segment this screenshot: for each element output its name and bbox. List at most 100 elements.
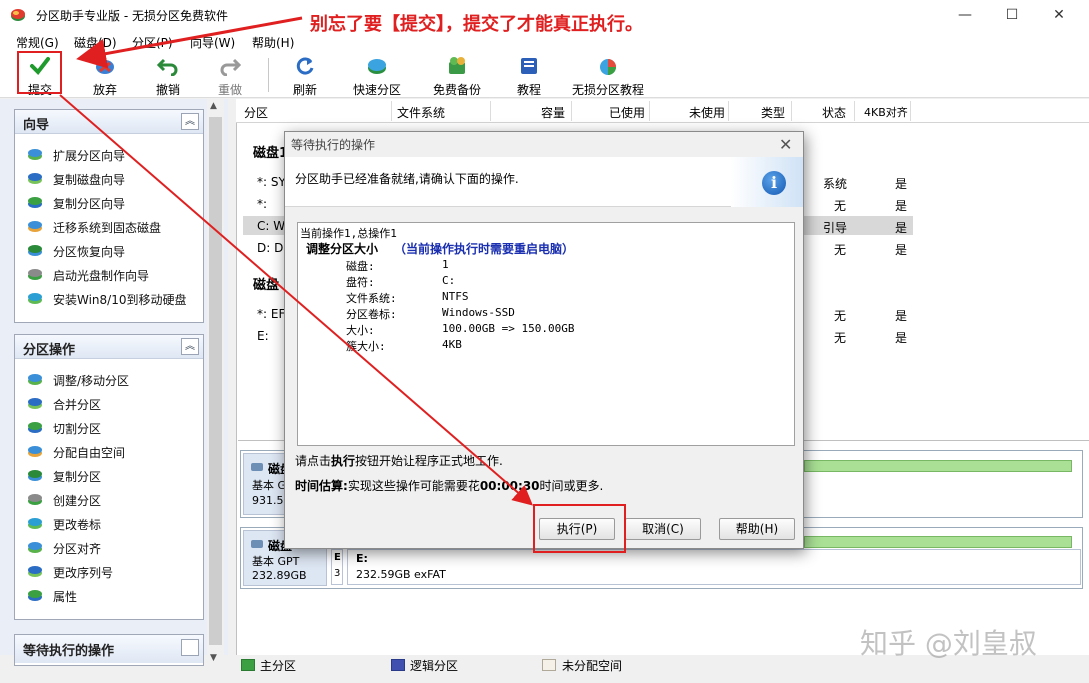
partition-op-item[interactable]: 分配自由空间: [15, 439, 203, 463]
primary-legend-label: 主分区: [260, 659, 297, 673]
scrollbar-thumb[interactable]: [209, 117, 222, 645]
redo-button[interactable]: 重做: [206, 54, 254, 97]
menu-disk[interactable]: 磁盘(D): [74, 34, 117, 51]
e-partition-block[interactable]: E: 232.59GB exFAT: [347, 549, 1081, 585]
col-status[interactable]: 状态: [822, 104, 846, 121]
time-estimate: 时间估算:实现这些操作可能需要花00:00:30时间或更多.: [295, 477, 603, 494]
wizard-icon: [28, 149, 42, 160]
menu-partition[interactable]: 分区(P): [132, 34, 173, 51]
partition-op-item[interactable]: 更改卷标: [15, 511, 203, 535]
disk1-map-size: 931.5: [252, 494, 284, 507]
wizard-item[interactable]: 复制磁盘向导: [15, 166, 203, 190]
op-note: （当前操作执行时需要重启电脑）: [394, 242, 575, 256]
quick-partition-button[interactable]: 快速分区: [346, 54, 408, 97]
partition-op-icon: [28, 518, 42, 529]
col-free[interactable]: 未使用: [689, 104, 725, 121]
partition-op-item[interactable]: 创建分区: [15, 487, 203, 511]
wizard-item[interactable]: 迁移系统到固态磁盘: [15, 214, 203, 238]
wizard-item[interactable]: 扩展分区向导: [15, 142, 203, 166]
discard-button[interactable]: 放弃: [80, 54, 130, 97]
discard-icon: [96, 60, 114, 74]
primary-partition-bar[interactable]: [804, 460, 1072, 472]
dialog-header: 分区助手已经准备就绪,请确认下面的操作.: [285, 157, 803, 207]
minimize-button[interactable]: —: [945, 4, 985, 26]
wizard-item[interactable]: 安装Win8/10到移动硬盘: [15, 286, 203, 310]
col-type[interactable]: 类型: [761, 104, 785, 121]
table-row[interactable]: E:: [257, 329, 269, 343]
partition-op-label: 属性: [53, 590, 78, 604]
estimate-time: 00:00:30: [479, 479, 540, 493]
col-used[interactable]: 已使用: [609, 104, 645, 121]
table-row[interactable]: *:: [257, 197, 267, 211]
menu-general[interactable]: 常规(G): [16, 34, 59, 51]
col-capacity[interactable]: 容量: [541, 104, 565, 121]
field-label: 簇大小:: [346, 340, 386, 353]
col-separator: [571, 101, 572, 121]
help-button[interactable]: 帮助(H): [719, 518, 795, 540]
collapse-icon[interactable]: ︽: [181, 113, 199, 130]
disk1-map-type: 基本 G: [252, 479, 287, 492]
partition-op-item[interactable]: 分区对齐: [15, 535, 203, 559]
tutorial-button[interactable]: 教程: [506, 54, 552, 97]
aligned-cell: 是: [895, 221, 908, 235]
wizard-label: 扩展分区向导: [53, 149, 126, 163]
sidebar-scrollbar[interactable]: ▲ ▼: [207, 99, 224, 671]
partition-op-item[interactable]: 合并分区: [15, 391, 203, 415]
efi-partition-block[interactable]: E 3: [331, 549, 343, 585]
field-label: 磁盘:: [346, 260, 375, 273]
refresh-button[interactable]: 刷新: [282, 54, 328, 97]
lossless-tutorial-button[interactable]: 无损分区教程: [568, 54, 648, 97]
scroll-up-icon[interactable]: ▲: [210, 101, 217, 111]
col-separator: [391, 101, 392, 121]
partition-ops-title: 分区操作: [23, 343, 76, 358]
estimate-text: 时间或更多.: [539, 479, 604, 493]
col-separator: [791, 101, 792, 121]
partition-op-label: 分配自由空间: [53, 446, 126, 460]
scroll-down-icon[interactable]: ▼: [210, 653, 217, 663]
aligned-cell: 是: [895, 199, 908, 213]
free-backup-button[interactable]: 免费备份: [426, 54, 488, 97]
pending-operations-dialog: 等待执行的操作 ✕ 分区助手已经准备就绪,请确认下面的操作. i 当前操作1,总…: [284, 131, 804, 549]
undo-button[interactable]: 撤销: [144, 54, 192, 97]
partition-op-icon: [28, 398, 42, 409]
primary-partition-bar[interactable]: [804, 536, 1072, 548]
hint-bold: 执行: [331, 454, 356, 468]
wizard-item[interactable]: 启动光盘制作向导: [15, 262, 203, 286]
toolbar: 提交 放弃 撤销 重做 刷新 快速分区 免费备份 教程 无损分区教程: [0, 52, 1089, 98]
partition-op-item[interactable]: 更改序列号: [15, 559, 203, 583]
cancel-button[interactable]: 取消(C): [625, 518, 701, 540]
status-cell: 系统: [823, 177, 848, 191]
wizard-item[interactable]: 复制分区向导: [15, 190, 203, 214]
partition-op-label: 切割分区: [53, 422, 102, 436]
free-backup-label: 免费备份: [432, 83, 481, 97]
partition-op-item[interactable]: 属性: [15, 583, 203, 607]
dialog-close-icon[interactable]: ✕: [779, 135, 792, 154]
col-filesystem[interactable]: 文件系统: [397, 104, 445, 121]
field-value: 4KB: [442, 338, 462, 351]
partition-op-item[interactable]: 调整/移动分区: [15, 367, 203, 391]
col-4k-aligned[interactable]: 4KB对齐: [864, 104, 908, 120]
field-label: 盘符:: [346, 276, 375, 289]
quick-partition-label: 快速分区: [352, 83, 401, 97]
partition-op-label: 更改序列号: [53, 566, 114, 580]
collapse-icon[interactable]: [181, 639, 199, 656]
wizard-item[interactable]: 分区恢复向导: [15, 238, 203, 262]
menu-help[interactable]: 帮助(H): [252, 34, 294, 51]
close-button[interactable]: ✕: [1039, 4, 1079, 26]
dialog-message: 分区助手已经准备就绪,请确认下面的操作.: [295, 172, 519, 186]
status-cell: 无: [834, 309, 847, 323]
aligned-cell: 是: [895, 331, 908, 345]
status-cell: 无: [834, 199, 847, 213]
partition-op-icon: [28, 590, 42, 601]
info-icon: i: [762, 171, 786, 195]
partition-op-item[interactable]: 切割分区: [15, 415, 203, 439]
col-partition[interactable]: 分区: [244, 104, 268, 121]
partition-ops-panel: 分区操作 ︽ 调整/移动分区 合并分区切割分区分配自由空间复制分区 创建分区 更改卷标…: [14, 334, 204, 620]
maximize-button[interactable]: ☐: [992, 4, 1032, 26]
partition-op-item[interactable]: 复制分区: [15, 463, 203, 487]
window-title: 分区助手专业版 - 无损分区免费软件: [36, 9, 228, 23]
col-separator: [490, 101, 491, 121]
menu-wizard[interactable]: 向导(W): [190, 34, 235, 51]
collapse-icon[interactable]: ︽: [181, 338, 199, 355]
efi-block-letter: E: [334, 552, 341, 563]
